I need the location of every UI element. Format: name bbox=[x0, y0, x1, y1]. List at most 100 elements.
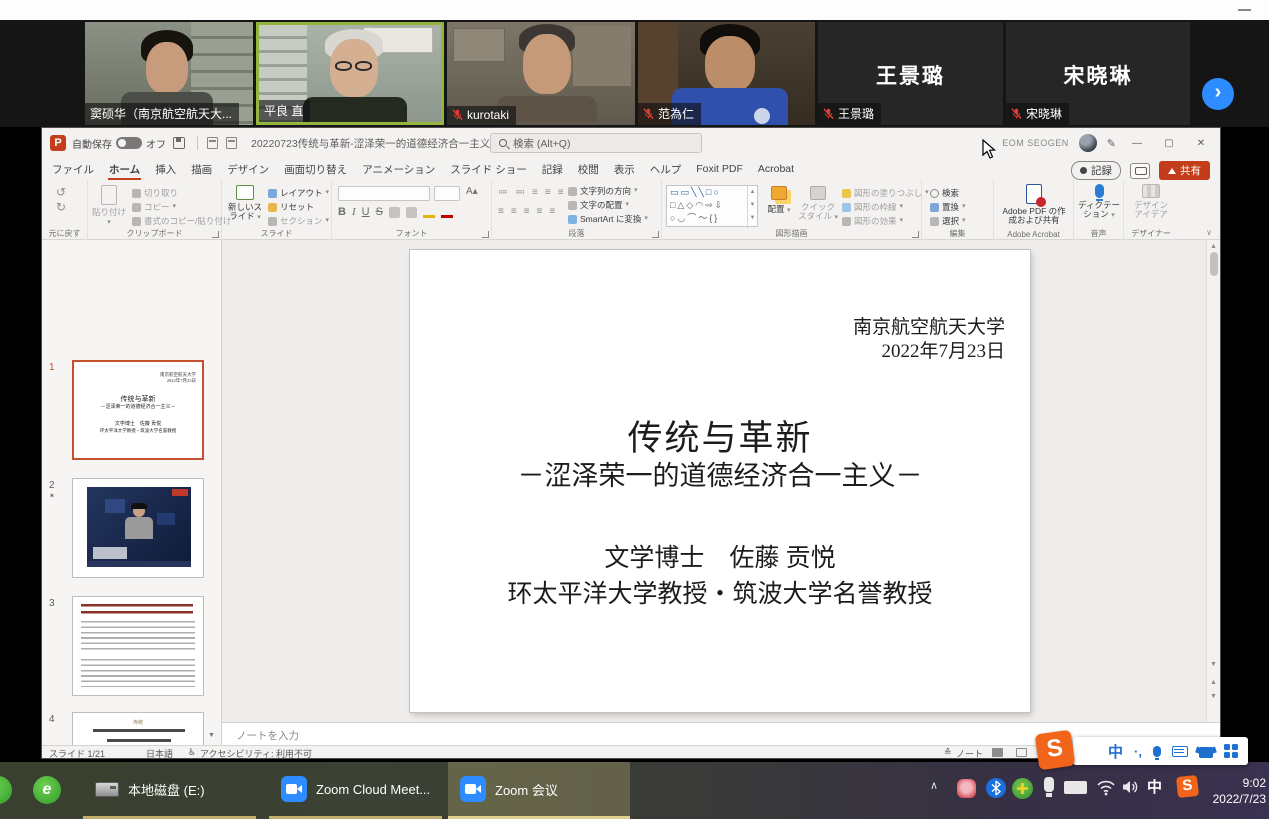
change-case-icon[interactable] bbox=[406, 207, 417, 218]
account-name[interactable]: EOM SEOGEN bbox=[1002, 138, 1069, 148]
line-spacing-icon[interactable]: ≡ bbox=[558, 187, 564, 198]
account-avatar[interactable] bbox=[1079, 134, 1097, 152]
accessibility-status[interactable]: アクセシビリティ: 利用不可 bbox=[200, 747, 312, 760]
tray-expand-icon[interactable]: ∧ bbox=[930, 779, 938, 792]
taskbar-button-local-disk[interactable]: 本地磁盘 (E:) bbox=[83, 762, 256, 819]
language-indicator[interactable]: 日本語 bbox=[146, 747, 173, 760]
ime-mic-icon[interactable] bbox=[1153, 746, 1161, 757]
taskbar-clock[interactable]: 9:02 2022/7/23 bbox=[1204, 775, 1266, 807]
window-restore-button[interactable]: ▢ bbox=[1158, 138, 1180, 149]
tab-review[interactable]: 校閲 bbox=[577, 159, 600, 180]
normal-view-button[interactable] bbox=[992, 748, 1003, 757]
video-tile-participant-1[interactable]: 窦硕华（南京航空航天大... bbox=[85, 22, 253, 125]
layout-button[interactable]: レイアウト▾ bbox=[268, 187, 329, 199]
slide-canvas[interactable]: 南京航空航天大学 2022年7月23日 传统与革新 －涩泽荣一的道德经济合一主义… bbox=[410, 250, 1030, 712]
speaker-icon[interactable] bbox=[1122, 779, 1140, 800]
tray-flower-icon[interactable] bbox=[957, 779, 976, 798]
quick-access-icon[interactable] bbox=[226, 137, 237, 149]
align-left-icon[interactable]: ≡ bbox=[498, 206, 504, 217]
slide-thumbnail-4[interactable]: 传统 bbox=[72, 712, 204, 745]
wifi-icon[interactable] bbox=[1096, 778, 1116, 801]
taskbar-button-zoom-cloud[interactable]: Zoom Cloud Meet... bbox=[269, 762, 442, 819]
notes-toggle-button[interactable]: ノート bbox=[956, 747, 983, 760]
shape-fill-button[interactable]: 図形の塗りつぶし▾ bbox=[842, 187, 929, 199]
tab-slideshow[interactable]: スライド ショー bbox=[449, 159, 527, 180]
window-close-button[interactable]: ✕ bbox=[1190, 138, 1212, 149]
tab-foxit-pdf[interactable]: Foxit PDF bbox=[695, 160, 744, 178]
shape-gallery-scrollbar[interactable]: ▲ ▼ ▼ bbox=[747, 186, 757, 228]
bluetooth-icon[interactable] bbox=[986, 778, 1006, 798]
tab-home[interactable]: ホーム bbox=[108, 159, 141, 180]
indent-decrease-icon[interactable]: ≡ bbox=[532, 187, 538, 198]
ime-skin-icon[interactable] bbox=[1199, 747, 1213, 758]
taskbar-button-zoom-meeting[interactable]: Zoom 会议 bbox=[448, 762, 630, 819]
align-text-button[interactable]: 文字の配置▾ bbox=[568, 199, 648, 211]
next-slide-button[interactable]: ▼ bbox=[1207, 692, 1220, 702]
shape-outline-button[interactable]: 図形の枠線▾ bbox=[842, 201, 929, 213]
numbering-icon[interactable]: ≕ bbox=[515, 187, 525, 198]
shape-gallery[interactable]: ▭▭╲╲□○ □△◇◠⇨⇩ ○◡⌒～{} ▲ ▼ ▼ bbox=[666, 185, 758, 227]
strikethrough-button[interactable]: S bbox=[376, 206, 383, 218]
scroll-down-icon[interactable]: ▼ bbox=[1207, 660, 1220, 670]
adobe-pdf-button[interactable]: Adobe PDF の作成および共有 bbox=[1000, 184, 1068, 225]
tab-insert[interactable]: 挿入 bbox=[154, 159, 177, 180]
tab-design[interactable]: デザイン bbox=[226, 159, 270, 180]
highlight-color-icon[interactable] bbox=[423, 207, 435, 218]
scroll-up-icon[interactable]: ▲ bbox=[1207, 242, 1220, 252]
shape-effects-button[interactable]: 図形の効果▾ bbox=[842, 215, 929, 227]
gallery-next-page-button[interactable]: › bbox=[1202, 78, 1234, 110]
window-minimize-button[interactable]: — bbox=[1126, 138, 1148, 149]
tray-360-icon[interactable] bbox=[1012, 778, 1033, 799]
save-icon[interactable] bbox=[173, 137, 185, 149]
underline-button[interactable]: U bbox=[362, 206, 370, 218]
video-tile-participant-4[interactable]: 范為仁 bbox=[638, 22, 815, 125]
slide-sorter-view-button[interactable] bbox=[1016, 748, 1027, 757]
comments-button[interactable] bbox=[1130, 163, 1150, 179]
video-tile-participant-3[interactable]: kurotaki bbox=[447, 22, 635, 125]
smartart-button[interactable]: SmartArt に変換▾ bbox=[568, 213, 648, 225]
thumbnail-scroll-down-icon[interactable]: ▼ bbox=[208, 732, 215, 739]
tab-record[interactable]: 記録 bbox=[541, 159, 564, 180]
reset-button[interactable]: リセット bbox=[268, 201, 329, 213]
ime-toolbox-icon[interactable] bbox=[1224, 744, 1238, 758]
select-button[interactable]: 選択▾ bbox=[930, 215, 966, 227]
copy-button[interactable]: コピー▾ bbox=[132, 201, 231, 213]
editor-scrollbar[interactable]: ▲ ▼ ▲ ▼ bbox=[1206, 240, 1220, 722]
italic-button[interactable]: I bbox=[352, 206, 356, 218]
justify-icon[interactable]: ≡ bbox=[537, 206, 543, 217]
ime-punctuation-icon[interactable]: ·, bbox=[1134, 744, 1142, 759]
slide-thumbnail-3[interactable] bbox=[72, 596, 204, 696]
autosave-toggle[interactable] bbox=[116, 137, 142, 149]
share-button[interactable]: 共有 bbox=[1159, 161, 1210, 180]
tray-sogou-icon[interactable]: S bbox=[1176, 775, 1199, 798]
ime-keyboard-icon[interactable] bbox=[1172, 746, 1188, 757]
slide-thumbnail-1[interactable]: 南京航空航天大学 2022年7月23日 传统与革新 －涩泽荣一的道德经济合一主义… bbox=[72, 360, 204, 460]
arrange-button[interactable]: 配置 ▾ bbox=[764, 186, 794, 215]
section-button[interactable]: セクション▾ bbox=[268, 215, 329, 227]
taskbar-ime-indicator[interactable]: 中 bbox=[1147, 776, 1162, 797]
previous-slide-button[interactable]: ▲ bbox=[1207, 678, 1220, 688]
browser-360-icon[interactable]: e bbox=[33, 776, 61, 804]
font-color-icon[interactable] bbox=[441, 207, 453, 218]
quick-access-icon[interactable] bbox=[207, 137, 218, 149]
align-center-icon[interactable]: ≡ bbox=[511, 206, 517, 217]
tab-transitions[interactable]: 画面切り替え bbox=[283, 159, 348, 180]
dialog-launcher-icon[interactable] bbox=[912, 231, 919, 238]
dialog-launcher-icon[interactable] bbox=[652, 231, 659, 238]
indent-increase-icon[interactable]: ≡ bbox=[545, 187, 551, 198]
ink-pencil-icon[interactable]: ✎ bbox=[1107, 137, 1116, 150]
grow-font-icon[interactable]: A▴ bbox=[464, 186, 480, 197]
bullets-icon[interactable]: ≔ bbox=[498, 187, 508, 198]
dialog-launcher-icon[interactable] bbox=[212, 231, 219, 238]
notes-toggle-icon[interactable]: ≙ bbox=[944, 747, 952, 758]
tab-acrobat[interactable]: Acrobat bbox=[757, 160, 795, 178]
align-right-icon[interactable]: ≡ bbox=[524, 206, 530, 217]
scrollbar-thumb[interactable] bbox=[1210, 252, 1218, 276]
dialog-launcher-icon[interactable] bbox=[482, 231, 489, 238]
tab-help[interactable]: ヘルプ bbox=[649, 159, 683, 180]
tab-animations[interactable]: アニメーション bbox=[361, 159, 436, 180]
sogou-input-toolbar[interactable]: S 中 ·, bbox=[1073, 737, 1248, 765]
video-tile-participant-6[interactable]: 宋晓琳 宋晓琳 bbox=[1006, 22, 1190, 125]
slide-thumbnail-2[interactable] bbox=[72, 478, 204, 578]
font-name-input[interactable] bbox=[338, 186, 430, 201]
